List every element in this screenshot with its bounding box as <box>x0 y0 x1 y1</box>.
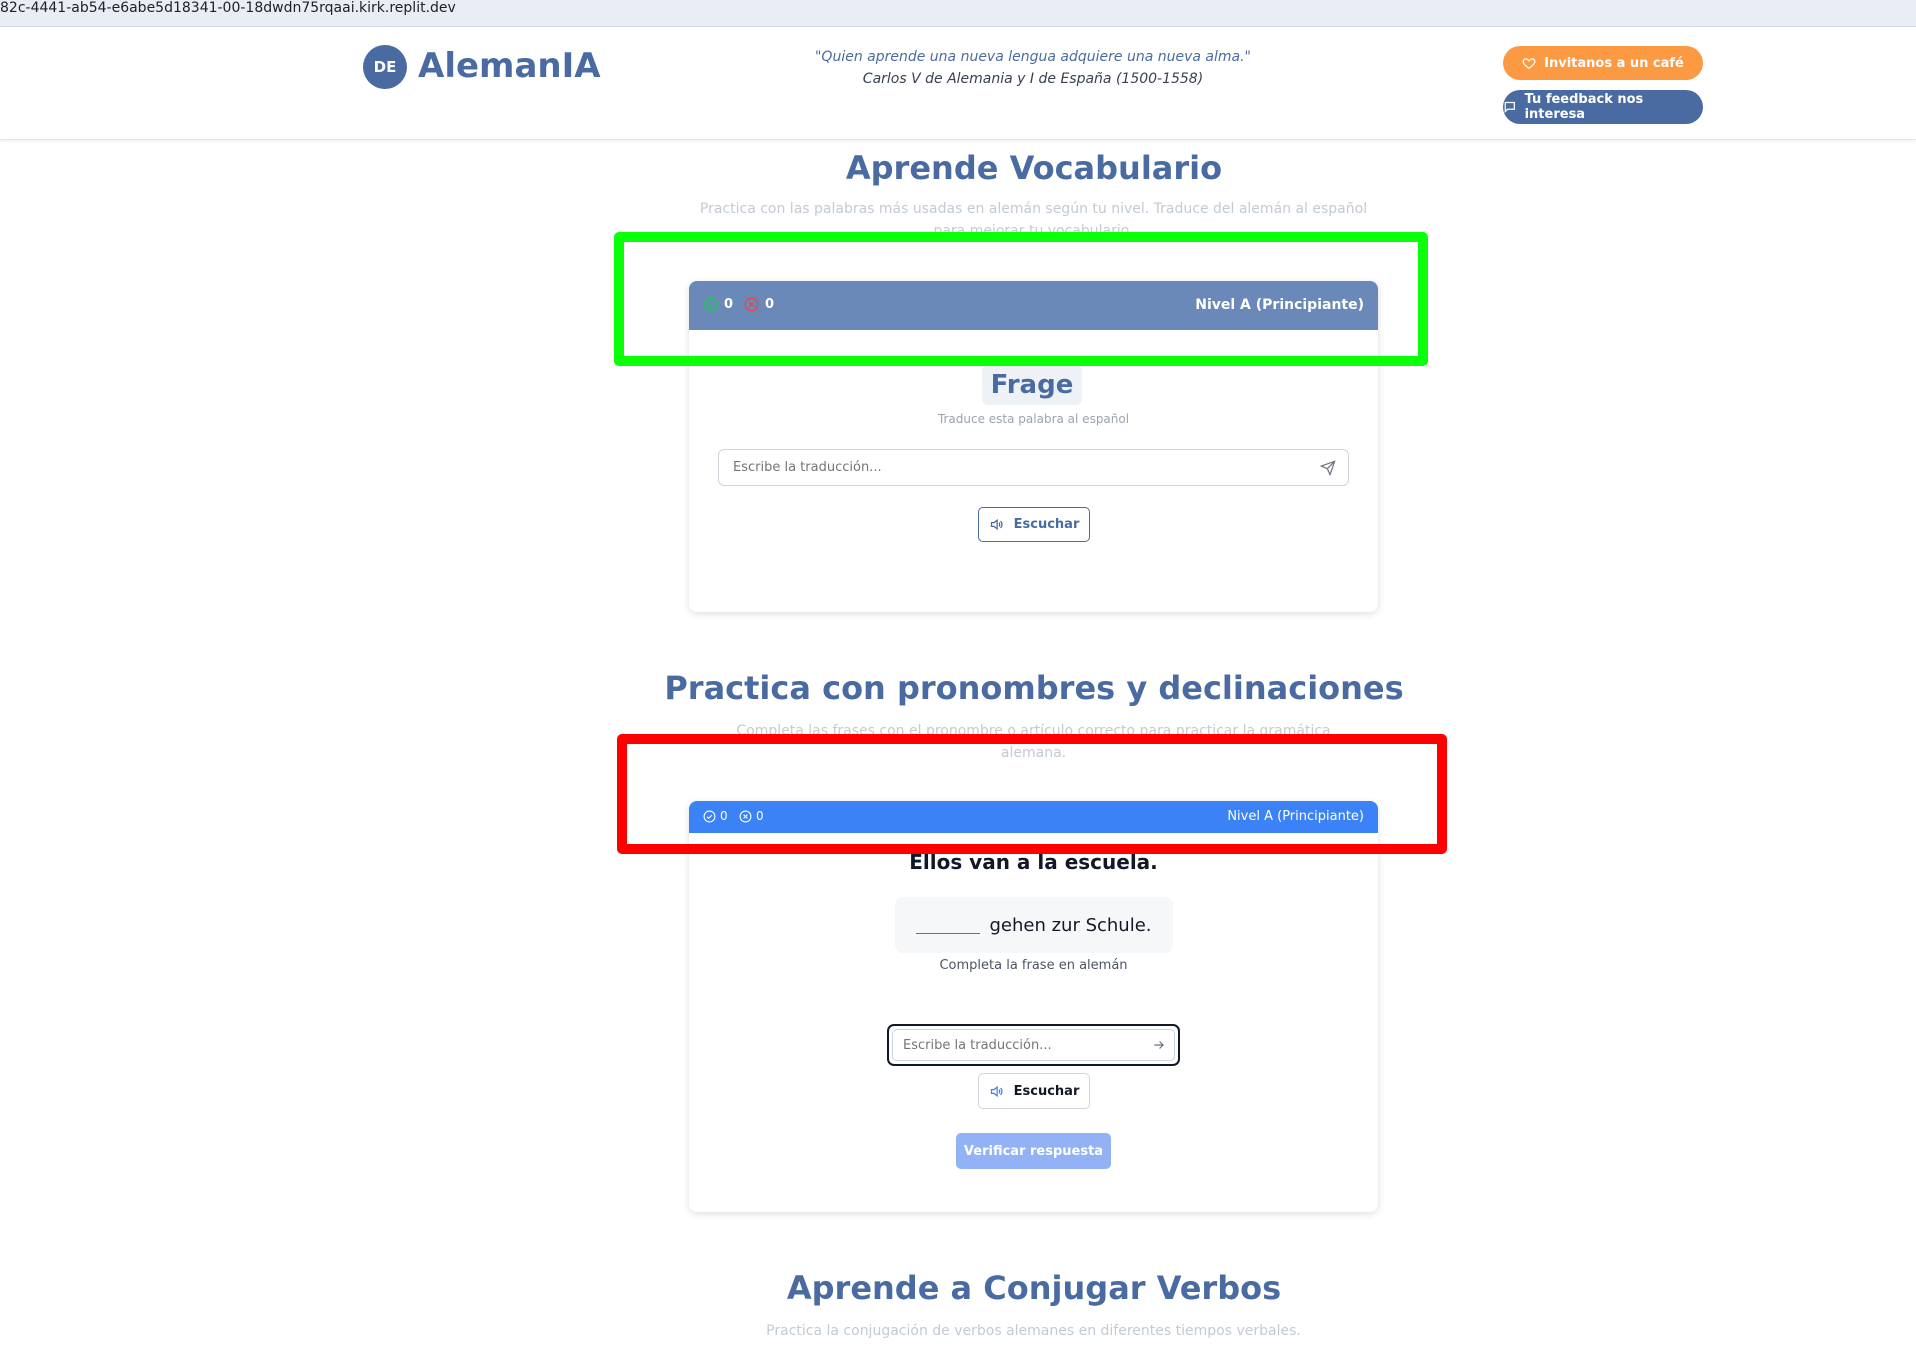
pronouns-card: 0 0 Nivel A (Principiante) Ellos van a l… <box>689 801 1378 1212</box>
arrow-right-icon[interactable] <box>1152 1038 1166 1052</box>
coffee-button-label: Invitanos a un café <box>1544 55 1684 71</box>
vocab-listen-button[interactable]: Escuchar <box>978 507 1090 542</box>
pronouns-listen-button[interactable]: Escuchar <box>978 1073 1090 1109</box>
pronouns-sentence-german-rest: gehen zur Schule. <box>989 914 1152 936</box>
message-icon <box>1504 101 1515 114</box>
vocab-translation-input[interactable] <box>718 449 1349 486</box>
vocab-word: Frage <box>982 365 1082 405</box>
answer-blank <box>916 924 981 934</box>
verbs-section-subtitle: Practica la conjugación de verbos aleman… <box>766 1323 1301 1339</box>
header-quote: "Quien aprende una nueva lengua adquiere… <box>814 49 1251 65</box>
feedback-button[interactable]: Tu feedback nos interesa <box>1503 90 1703 124</box>
speaker-icon <box>990 1085 1003 1097</box>
pronouns-input-focus-ring <box>887 1024 1180 1066</box>
heart-icon <box>1522 58 1536 70</box>
pronouns-listen-label: Escuchar <box>1013 1083 1080 1099</box>
vocab-section-title: Aprende Vocabulario <box>845 149 1223 187</box>
vocab-listen-label: Escuchar <box>1013 517 1080 532</box>
site-header: DE AlemanIA "Quien aprende una nueva len… <box>0 28 1916 140</box>
header-quote-author: Carlos V de Alemania y I de España (1500… <box>862 71 1204 87</box>
pronouns-complete-label: Completa la frase en alemán <box>939 958 1128 973</box>
send-icon[interactable] <box>1320 460 1336 476</box>
highlight-box-red <box>617 734 1447 854</box>
pronouns-sentence-german: gehen zur Schule. <box>895 897 1173 953</box>
verify-answer-button[interactable]: Verificar respuesta <box>956 1133 1111 1169</box>
feedback-button-label: Tu feedback nos interesa <box>1524 92 1644 122</box>
logo-text[interactable]: AlemanIA <box>418 46 601 86</box>
verbs-section-title: Aprende a Conjugar Verbos <box>786 1269 1282 1307</box>
pronouns-answer-input[interactable] <box>892 1029 1175 1061</box>
highlight-box-green <box>614 232 1428 366</box>
pronouns-section-title: Practica con pronombres y declinaciones <box>664 669 1404 707</box>
url-text[interactable]: 82c-4441-ab54-e6abe5d18341-00-18dwdn75rq… <box>0 0 456 16</box>
browser-url-bar[interactable]: 82c-4441-ab54-e6abe5d18341-00-18dwdn75rq… <box>0 0 1916 27</box>
speaker-icon <box>990 518 1003 531</box>
vocab-section-subtitle-1: Practica con las palabras más usadas en … <box>699 201 1368 217</box>
vocab-hint: Traduce esta palabra al español <box>937 412 1130 426</box>
logo-badge[interactable]: DE <box>363 45 407 89</box>
coffee-button[interactable]: Invitanos a un café <box>1503 46 1703 80</box>
